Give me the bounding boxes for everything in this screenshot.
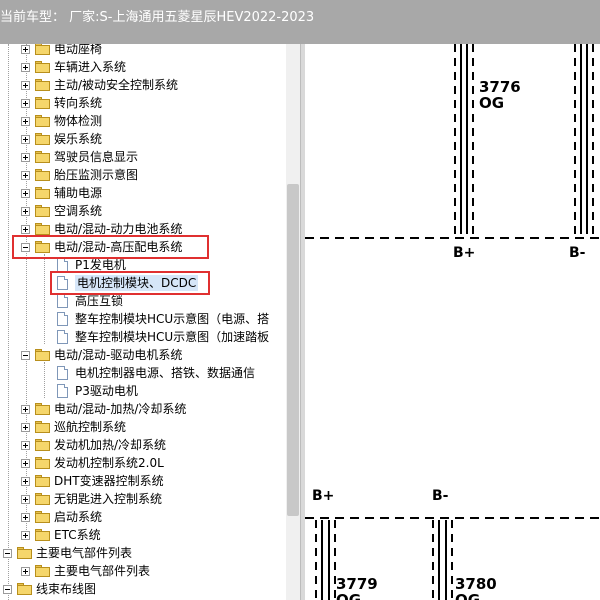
expand-icon[interactable] (21, 458, 30, 468)
highlight-box (50, 271, 210, 295)
expand-icon[interactable] (21, 566, 30, 576)
tree-node-engine-cooling[interactable]: 发动机加热/冷却系统 (21, 436, 166, 454)
folder-open-icon (35, 349, 51, 361)
folder-icon (35, 223, 51, 235)
expand-icon[interactable] (21, 530, 30, 540)
expand-icon[interactable] (21, 62, 30, 72)
title-bar: 当前车型： 厂家:S-上海通用五菱星辰HEV2022-2023 (0, 0, 600, 44)
expand-icon[interactable] (21, 188, 30, 198)
expand-icon[interactable] (21, 152, 30, 162)
tree-node-cruise-control[interactable]: 巡航控制系统 (21, 418, 126, 436)
wiring-diagram[interactable]: 3776 OG B+ B- B+ B- 3779 OG 3780 OG (305, 44, 600, 600)
expand-icon[interactable] (21, 134, 30, 144)
expand-icon[interactable] (21, 476, 30, 486)
folder-icon (35, 79, 51, 91)
folder-icon (35, 44, 51, 55)
expand-icon[interactable] (21, 116, 30, 126)
folder-open-icon (17, 583, 33, 595)
collapse-icon[interactable] (21, 350, 30, 360)
expand-icon[interactable] (21, 494, 30, 504)
folder-icon (35, 169, 51, 181)
tree-node-power-seats[interactable]: 电动座椅 (21, 44, 102, 58)
expand-icon[interactable] (21, 422, 30, 432)
tree-node-tire-pressure[interactable]: 胎压监测示意图 (21, 166, 138, 184)
tree-guide-line (44, 362, 45, 398)
tree-guide-line (8, 44, 9, 600)
tree-scrollbar[interactable] (286, 44, 300, 600)
document-icon (57, 258, 68, 272)
expand-icon[interactable] (21, 98, 30, 108)
folder-icon (35, 421, 51, 433)
document-icon (57, 330, 68, 344)
tree-node-p3-motor[interactable]: P3驱动电机 (57, 382, 138, 400)
pin-b-plus-top: B+ (453, 245, 476, 261)
tree-node-dht-transmission[interactable]: DHT变速器控制系统 (21, 472, 164, 490)
tree-view[interactable]: 电动座椅 车辆进入系统 主动/被动安全控制系统 转向系统 物体检测 娱乐系统 驾… (0, 44, 286, 600)
expand-icon[interactable] (21, 44, 30, 54)
wire-label-3780: 3780 OG (455, 575, 497, 600)
collapse-icon[interactable] (3, 548, 12, 558)
expand-icon[interactable] (21, 440, 30, 450)
pin-b-plus-bottom: B+ (312, 488, 335, 504)
folder-icon (35, 61, 51, 73)
folder-icon (35, 439, 51, 451)
scrollbar-thumb[interactable] (287, 184, 299, 516)
folder-icon (35, 529, 51, 541)
tree-node-hcu-power[interactable]: 整车控制模块HCU示意图（电源、搭 (57, 310, 269, 328)
tree-node-driver-info[interactable]: 驾驶员信息显示 (21, 148, 138, 166)
tree-node-vehicle-access[interactable]: 车辆进入系统 (21, 58, 126, 76)
expand-icon[interactable] (21, 206, 30, 216)
tree-node-hcu-accelerator[interactable]: 整车控制模块HCU示意图（加速踏板 (57, 328, 269, 346)
tree-node-engine-control[interactable]: 发动机控制系统2.0L (21, 454, 164, 472)
tree-node-motor-controller-power[interactable]: 电机控制器电源、搭铁、数据通信 (57, 364, 255, 382)
expand-icon[interactable] (21, 170, 30, 180)
expand-icon[interactable] (21, 512, 30, 522)
document-icon (57, 294, 68, 308)
folder-open-icon (17, 547, 33, 559)
folder-icon (35, 187, 51, 199)
tree-node-harness-routing[interactable]: 线束布线图 (3, 580, 96, 598)
folder-icon (35, 475, 51, 487)
tree-guide-line (44, 254, 45, 344)
pin-b-minus-top: B- (569, 245, 586, 261)
tree-node-etc-system[interactable]: ETC系统 (21, 526, 101, 544)
tree-node-steering[interactable]: 转向系统 (21, 94, 102, 112)
folder-icon (35, 457, 51, 469)
highlight-box (12, 235, 209, 259)
window-title: 当前车型： 厂家:S-上海通用五菱星辰HEV2022-2023 (0, 10, 315, 25)
collapse-icon[interactable] (3, 584, 12, 594)
expand-icon[interactable] (21, 404, 30, 414)
document-icon (57, 312, 68, 326)
folder-icon (35, 205, 51, 217)
folder-icon (35, 511, 51, 523)
expand-icon[interactable] (21, 224, 30, 234)
tree-node-starting-system[interactable]: 启动系统 (21, 508, 102, 526)
tree-node-drive-motor[interactable]: 电动/混动-驱动电机系统 (21, 346, 182, 364)
document-icon (57, 366, 68, 380)
expand-icon[interactable] (21, 80, 30, 90)
tree-node-safety-control[interactable]: 主动/被动安全控制系统 (21, 76, 178, 94)
folder-icon (35, 151, 51, 163)
folder-icon (35, 97, 51, 109)
wire-label-3779: 3779 OG (336, 575, 378, 600)
diagram-lines (305, 44, 600, 600)
tree-node-keyless-entry[interactable]: 无钥匙进入控制系统 (21, 490, 162, 508)
document-icon (57, 384, 68, 398)
folder-icon (35, 565, 51, 577)
tree-node-aux-power[interactable]: 辅助电源 (21, 184, 102, 202)
folder-icon (35, 133, 51, 145)
wire-label-3776: 3776 OG (479, 78, 521, 112)
tree-node-component-list[interactable]: 主要电气部件列表 (3, 544, 132, 562)
tree-node-entertainment[interactable]: 娱乐系统 (21, 130, 102, 148)
folder-icon (35, 115, 51, 127)
tree-node-air-conditioning[interactable]: 空调系统 (21, 202, 102, 220)
tree-node-object-detection[interactable]: 物体检测 (21, 112, 102, 130)
pin-b-minus-bottom: B- (432, 488, 449, 504)
tree-node-heating-cooling[interactable]: 电动/混动-加热/冷却系统 (21, 400, 186, 418)
folder-icon (35, 403, 51, 415)
folder-icon (35, 493, 51, 505)
tree-node-component-list-child[interactable]: 主要电气部件列表 (21, 562, 150, 580)
